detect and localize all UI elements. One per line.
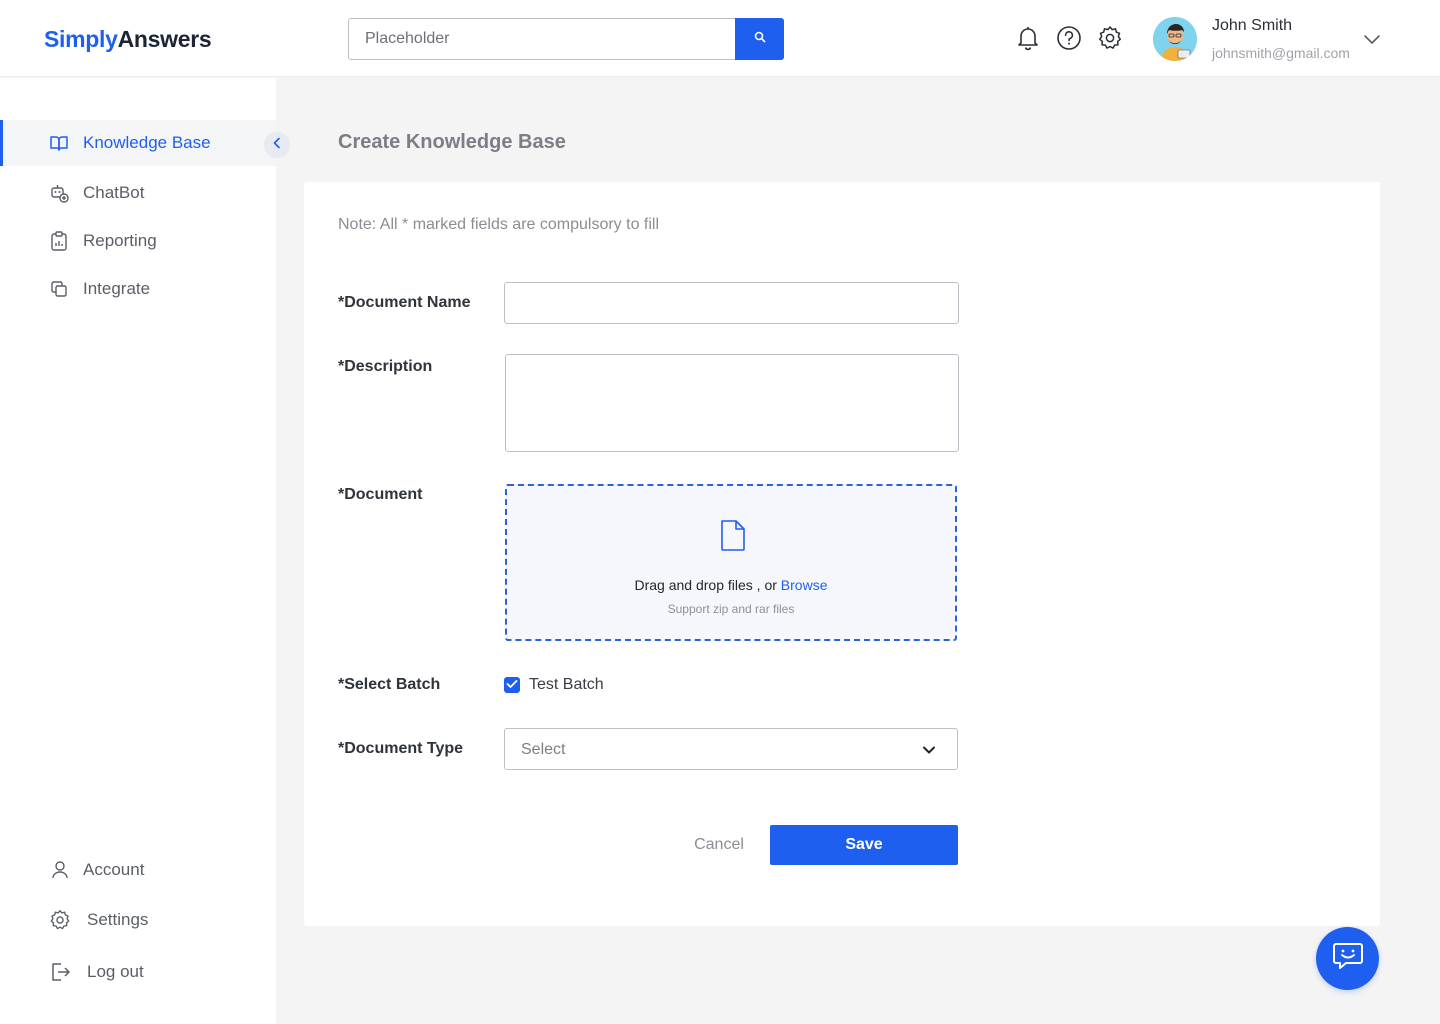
- user-name: John Smith: [1212, 17, 1293, 34]
- sidebar-collapse-button[interactable]: [264, 132, 290, 158]
- sidebar-item-label: Log out: [87, 962, 144, 981]
- chevron-down-icon: [921, 742, 937, 758]
- search-input[interactable]: [349, 19, 735, 59]
- browse-link[interactable]: Browse: [781, 577, 828, 593]
- search-button[interactable]: [735, 18, 784, 60]
- checkmark-icon: [506, 676, 518, 694]
- document-type-value: Select: [521, 741, 566, 758]
- sidebar-item-label: Integrate: [83, 279, 151, 298]
- search-bar: [348, 18, 784, 60]
- sidebar-item-label: Account: [83, 860, 145, 879]
- sidebar: Knowledge Base ChatBot Reporting Integra…: [0, 78, 290, 1024]
- description-textarea[interactable]: [505, 354, 959, 452]
- sidebar-item-chatbot[interactable]: ChatBot: [0, 170, 276, 216]
- select-batch-label: *Select Batch: [338, 676, 441, 693]
- clipboard-chart-icon: [49, 231, 69, 251]
- chatbot-icon: [49, 183, 69, 203]
- file-dropzone[interactable]: Drag and drop files , or Browse Support …: [505, 484, 957, 641]
- document-type-label: *Document Type: [338, 740, 464, 757]
- help-circle-icon[interactable]: [1056, 25, 1082, 51]
- logout-icon: [49, 961, 71, 983]
- chevron-down-icon[interactable]: [1362, 29, 1382, 49]
- app-logo[interactable]: SimplyAnswers: [44, 26, 212, 53]
- layers-icon: [49, 279, 69, 299]
- sidebar-item-label: Settings: [87, 910, 149, 929]
- avatar[interactable]: [1153, 17, 1197, 61]
- test-batch-checkbox[interactable]: [504, 677, 520, 693]
- dropzone-text: Drag and drop files , or Browse: [634, 577, 828, 593]
- sidebar-item-integrate[interactable]: Integrate: [0, 266, 276, 312]
- chat-smile-icon: [1331, 940, 1365, 977]
- user-email: johnsmith@gmail.com: [1212, 45, 1350, 61]
- sidebar-item-logout[interactable]: Log out: [0, 954, 276, 990]
- document-label: *Document: [338, 486, 423, 503]
- search-icon: [754, 30, 766, 48]
- description-label: *Description: [338, 358, 433, 375]
- gear-icon[interactable]: [1097, 25, 1123, 51]
- test-batch-label[interactable]: Test Batch: [529, 676, 604, 694]
- cancel-button[interactable]: Cancel: [680, 825, 758, 865]
- top-header: SimplyAnswers John Smith johnsmith@gmail…: [0, 0, 1440, 77]
- dropzone-support-text: Support zip and rar files: [667, 602, 795, 616]
- document-name-label: *Document Name: [338, 294, 471, 311]
- gear-icon: [49, 909, 71, 931]
- sidebar-item-label: Knowledge Base: [83, 133, 211, 152]
- file-icon: [719, 518, 747, 552]
- book-open-icon: [49, 133, 69, 153]
- bell-icon[interactable]: [1015, 25, 1041, 51]
- user-icon: [49, 859, 71, 881]
- document-name-input[interactable]: [504, 282, 959, 324]
- sidebar-item-label: Reporting: [83, 231, 157, 250]
- sidebar-item-knowledge-base[interactable]: Knowledge Base: [0, 120, 276, 166]
- save-button[interactable]: Save: [770, 825, 958, 865]
- sidebar-item-account[interactable]: Account: [0, 852, 276, 888]
- sidebar-item-label: ChatBot: [83, 183, 145, 202]
- sidebar-item-reporting[interactable]: Reporting: [0, 218, 276, 264]
- page-title: Create Knowledge Base: [338, 131, 566, 153]
- document-type-select[interactable]: Select: [504, 728, 958, 770]
- sidebar-item-settings[interactable]: Settings: [0, 902, 276, 938]
- chat-widget-button[interactable]: [1316, 927, 1379, 990]
- chevron-left-icon: [272, 136, 282, 154]
- form-note: Note: All * marked fields are compulsory…: [338, 216, 660, 233]
